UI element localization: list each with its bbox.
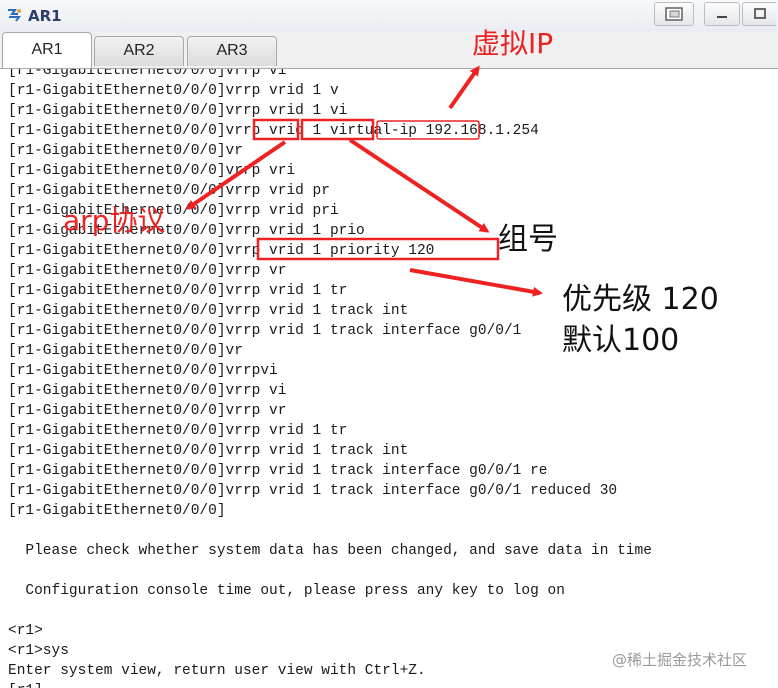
console-line: [r1-GigabitEthernet0/0/0]vrrp vrid 1 tr [8, 423, 348, 439]
console-line: Enter system view, return user view with… [8, 663, 426, 679]
console-line: [r1-GigabitEthernet0/0/0]vrrp vrid 1 tra… [8, 483, 618, 499]
console-line: [r1-GigabitEthernet0/0/0]vr [8, 343, 243, 359]
console-line: [r1-GigabitEthernet0/0/0]vrrp vr [8, 263, 287, 279]
tab-ar1[interactable]: AR1 [2, 32, 92, 68]
watermark: @稀土掘金技术社区 [612, 651, 748, 669]
default-priority-annotation: 默认100 [562, 323, 680, 358]
tab-ar3[interactable]: AR3 [187, 36, 277, 66]
title-bar[interactable]: AR1 [0, 0, 778, 33]
console-line: Configuration console time out, please p… [8, 583, 565, 599]
console-line: [r1-GigabitEthernet0/0/0]vrrp vrid 1 tra… [8, 303, 409, 319]
console-line: [r1-GigabitEthernet0/0/0]vrrp vrid 1 v [8, 83, 339, 99]
console-line: [r1-GigabitEthernet0/0/0]vrrp vrid 1 tra… [8, 443, 409, 459]
arp-protocol-annotation: arp协议 [63, 204, 166, 237]
console-line: [r1-GigabitEthernet0/0/0]vrrpvi [8, 363, 278, 379]
maximize-button[interactable] [742, 2, 776, 26]
console-line: [r1-GigabitEthernet0/0/0]vrrp vri [8, 163, 296, 179]
console-line: <r1> [8, 623, 43, 639]
console-line: [r1-GigabitEthernet0/0/0]vrrp vrid 1 vir… [8, 123, 539, 139]
restore-button[interactable] [654, 2, 694, 26]
console-line: [r1-GigabitEthernet0/0/0]vrrp vi [8, 68, 287, 79]
tab-ar2[interactable]: AR2 [94, 36, 184, 66]
minimize-button[interactable] [704, 2, 740, 26]
console-line: [r1-GigabitEthernet0/0/0]vrrp vr [8, 403, 287, 419]
priority-annotation: 优先级 120 [562, 282, 719, 317]
console-line: [r1-GigabitEthernet0/0/0]vrrp vrid pr [8, 183, 330, 199]
window-title: AR1 [28, 7, 62, 25]
console-lines: [r1-GigabitEthernet0/0/0]vrrp vi [r1-Giga… [8, 68, 652, 688]
console-line: [r1] [8, 681, 652, 688]
router-app-icon [6, 7, 22, 23]
console-line: [r1-GigabitEthernet0/0/0]vrrp vrid 1 tr [8, 283, 348, 299]
console-output[interactable]: [r1-GigabitEthernet0/0/0]vrrp vi [r1-Giga… [0, 68, 778, 688]
group-number-annotation: 组号 [498, 222, 558, 257]
console-line: [r1-GigabitEthernet0/0/0]vr [8, 143, 243, 159]
console-line: [r1-GigabitEthernet0/0/0]vrrp vi [8, 383, 287, 399]
virtual-ip-annotation: 虚拟IP [472, 27, 554, 60]
console-line: [r1-GigabitEthernet0/0/0] [8, 503, 226, 519]
console-line: [r1-GigabitEthernet0/0/0]vrrp vrid 1 tra… [8, 323, 522, 339]
tab-bar: AR1 AR2 AR3 [0, 32, 778, 68]
console-line: [r1-GigabitEthernet0/0/0]vrrp vrid 1 vi [8, 103, 348, 119]
console-line: <r1>sys [8, 643, 69, 659]
console-line: [r1-GigabitEthernet0/0/0]vrrp vrid 1 tra… [8, 463, 548, 479]
console-line: Please check whether system data has bee… [8, 543, 652, 559]
